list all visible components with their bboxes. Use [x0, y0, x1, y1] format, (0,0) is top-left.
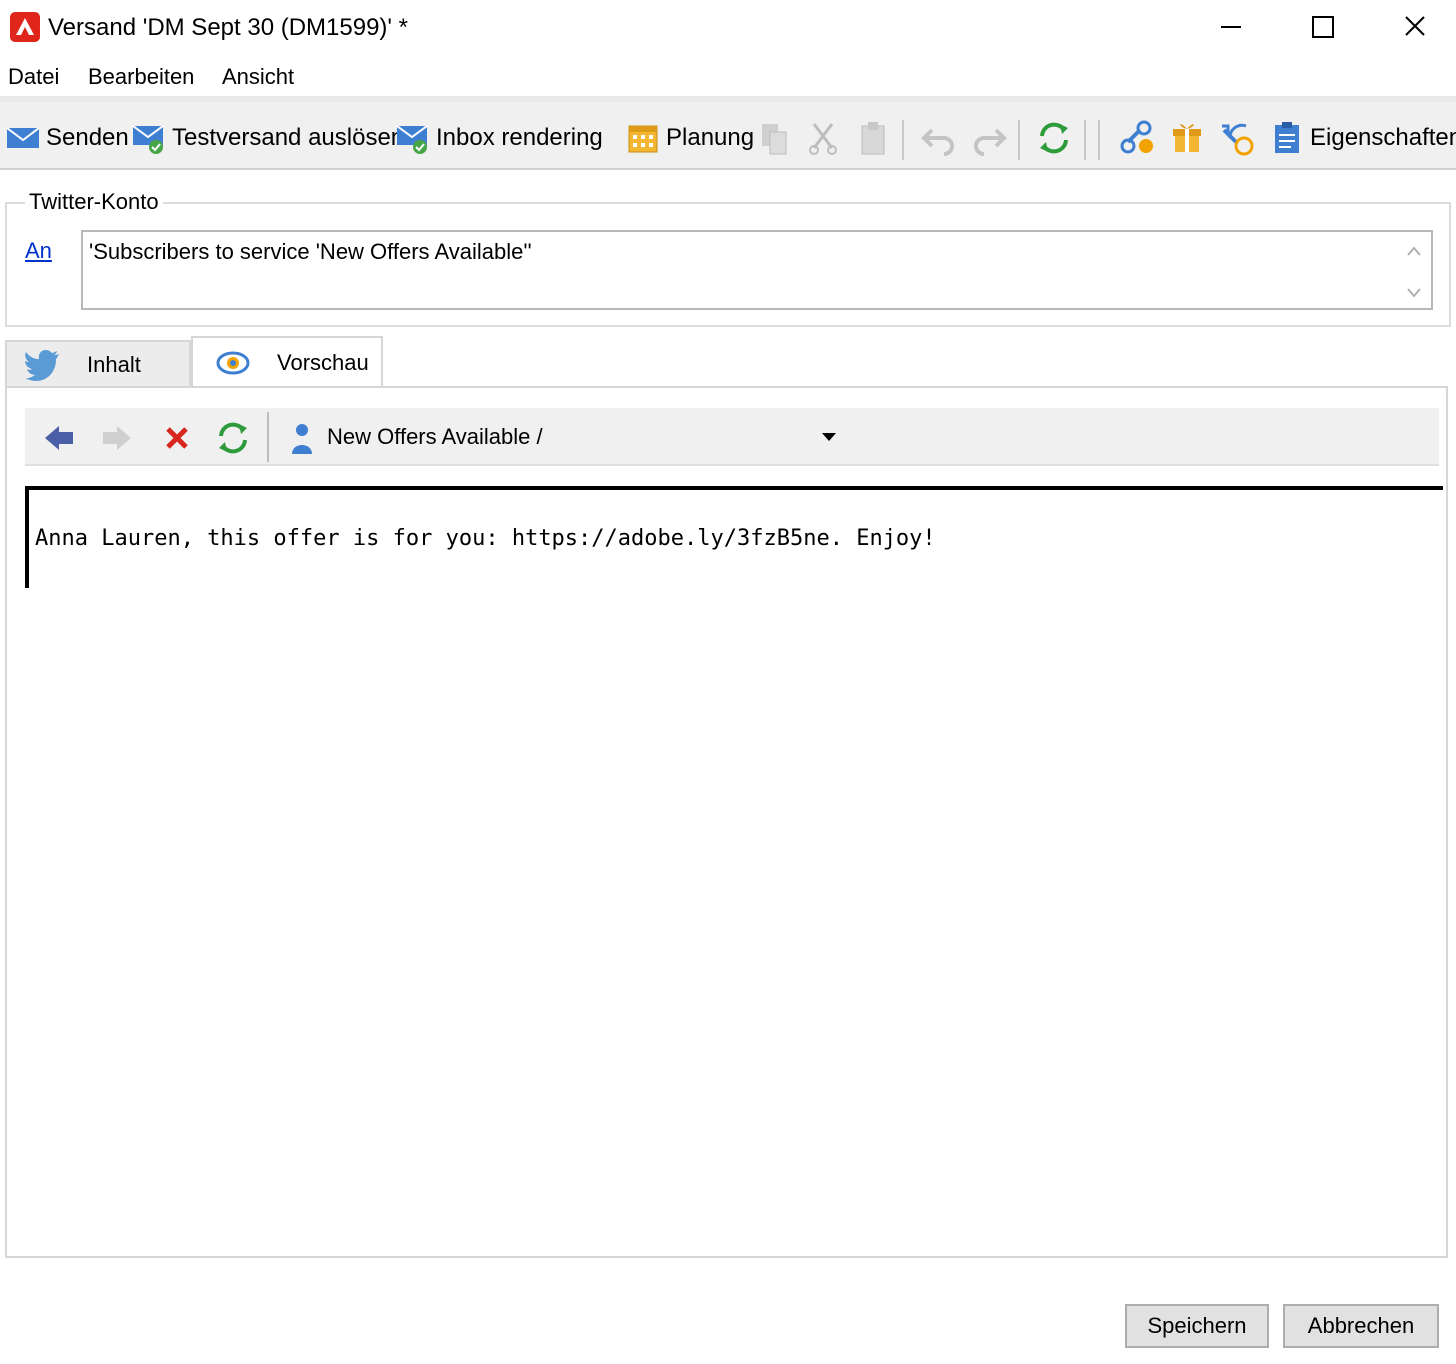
- next-arrow-icon[interactable]: [99, 420, 135, 456]
- person-icon: [292, 424, 312, 454]
- inbox-rendering-label: Inbox rendering: [436, 124, 603, 151]
- tab-content-label: Inhalt: [87, 352, 141, 377]
- tab-preview-label: Vorschau: [277, 350, 369, 375]
- twitter-bird-icon: [25, 350, 59, 381]
- menu-bearbeiten[interactable]: Bearbeiten: [88, 62, 194, 92]
- scroll-up-icon[interactable]: [1405, 244, 1423, 258]
- message-text: Anna Lauren, this offer is for you: http…: [35, 526, 936, 551]
- tracking-icon[interactable]: [1218, 118, 1256, 158]
- properties-button[interactable]: Eigenschaften: [1270, 118, 1456, 158]
- previous-arrow-icon[interactable]: [41, 420, 77, 456]
- toolbar: Senden Testversand auslösen Inbox render…: [0, 96, 1456, 170]
- undo-icon[interactable]: [920, 118, 958, 158]
- refresh-preview-icon[interactable]: [215, 420, 251, 456]
- preview-panel: New Offers Available / Anna Lauren, this…: [5, 386, 1448, 1258]
- envelope-inbox-icon: [396, 125, 428, 154]
- group-legend: Twitter-Konto: [25, 188, 163, 216]
- close-icon[interactable]: [1392, 8, 1438, 48]
- preview-toolbar: New Offers Available /: [25, 408, 1439, 466]
- recipients-field[interactable]: 'Subscribers to service 'New Offers Avai…: [81, 230, 1433, 310]
- send-label: Senden: [46, 124, 129, 151]
- link-icon[interactable]: [1118, 118, 1156, 158]
- target-select[interactable]: New Offers Available /: [327, 420, 543, 454]
- test-send-label: Testversand auslösen: [172, 124, 405, 151]
- save-button[interactable]: Speichern: [1125, 1304, 1269, 1348]
- tab-bar: Inhalt Vorschau: [5, 336, 1451, 388]
- twitter-account-group: Twitter-Konto An 'Subscribers to service…: [5, 188, 1451, 327]
- minimize-icon[interactable]: [1208, 8, 1254, 48]
- cut-icon[interactable]: [806, 118, 840, 158]
- inbox-rendering-button[interactable]: Inbox rendering: [396, 118, 603, 158]
- title-bar: Versand 'DM Sept 30 (DM1599)' *: [0, 0, 1456, 56]
- recipients-value: 'Subscribers to service 'New Offers Avai…: [89, 239, 532, 264]
- menu-ansicht[interactable]: Ansicht: [222, 62, 294, 92]
- envelope-icon: [6, 127, 40, 148]
- schedule-label: Planung: [666, 124, 755, 151]
- properties-label: Eigenschaften: [1310, 124, 1456, 151]
- refresh-icon[interactable]: [1036, 118, 1072, 158]
- tab-content[interactable]: Inhalt: [5, 340, 191, 388]
- maximize-icon[interactable]: [1299, 8, 1345, 48]
- adobe-campaign-icon: [10, 12, 40, 42]
- toolbar-separator: [1084, 120, 1086, 160]
- menu-datei[interactable]: Datei: [8, 62, 59, 92]
- toolbar-separator: [1098, 120, 1100, 160]
- window-title: Versand 'DM Sept 30 (DM1599)' *: [48, 14, 408, 41]
- chevron-down-icon[interactable]: [821, 432, 837, 442]
- preview-toolbar-separator: [267, 412, 269, 462]
- copy-icon[interactable]: [758, 118, 792, 158]
- gift-icon[interactable]: [1170, 118, 1204, 158]
- tab-preview[interactable]: Vorschau: [191, 336, 383, 388]
- eye-icon: [216, 351, 250, 375]
- delete-icon[interactable]: [159, 420, 195, 456]
- menu-bar: Datei Bearbeiten Ansicht: [0, 58, 1456, 96]
- schedule-button[interactable]: Planung: [626, 118, 754, 158]
- cancel-button[interactable]: Abbrechen: [1283, 1304, 1439, 1348]
- clipboard-icon: [1275, 122, 1299, 153]
- to-link[interactable]: An: [25, 238, 52, 264]
- test-send-button[interactable]: Testversand auslösen: [132, 118, 404, 158]
- toolbar-separator: [1018, 120, 1020, 160]
- redo-icon[interactable]: [970, 118, 1008, 158]
- toolbar-separator: [902, 120, 904, 160]
- envelope-check-icon: [132, 125, 164, 154]
- scroll-down-icon[interactable]: [1405, 286, 1423, 300]
- calendar-icon: [628, 125, 658, 153]
- send-button[interactable]: Senden: [6, 118, 129, 158]
- message-preview: Anna Lauren, this offer is for you: http…: [25, 486, 1443, 588]
- paste-icon[interactable]: [856, 118, 890, 158]
